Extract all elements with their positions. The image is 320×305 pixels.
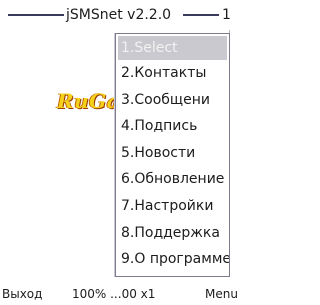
menu-item-about[interactable]: 9.О программе — [116, 246, 229, 273]
menu-item-settings[interactable]: 7.Настройки — [116, 193, 229, 220]
zoom-status: 100% ...00 x1 — [72, 287, 156, 301]
title-bar: jSMSnet v2.2.0 1 — [0, 0, 240, 30]
title-count: 1 — [222, 7, 231, 23]
menu-item-news[interactable]: 5.Новости — [116, 140, 229, 167]
options-menu: 1.Select 2.Контакты 3.Сообщени 4.Подпись… — [115, 33, 230, 277]
title-line-right — [183, 14, 219, 16]
menu-item-messages[interactable]: 3.Сообщени — [116, 87, 229, 114]
menu-item-update[interactable]: 6.Обновление — [116, 166, 229, 193]
menu-item-contacts[interactable]: 2.Контакты — [116, 60, 229, 87]
app-title: jSMSnet v2.2.0 — [66, 7, 172, 23]
title-line-left — [8, 14, 64, 16]
exit-softkey[interactable]: Выход — [2, 285, 42, 303]
menu-softkey[interactable]: Menu — [205, 285, 238, 303]
menu-item-signature[interactable]: 4.Подпись — [116, 113, 229, 140]
menu-item-select[interactable]: 1.Select — [118, 36, 227, 60]
menu-item-support[interactable]: 8.Поддержка — [116, 220, 229, 247]
soft-key-bar: Выход 100% ...00 x1 Menu — [0, 283, 240, 305]
